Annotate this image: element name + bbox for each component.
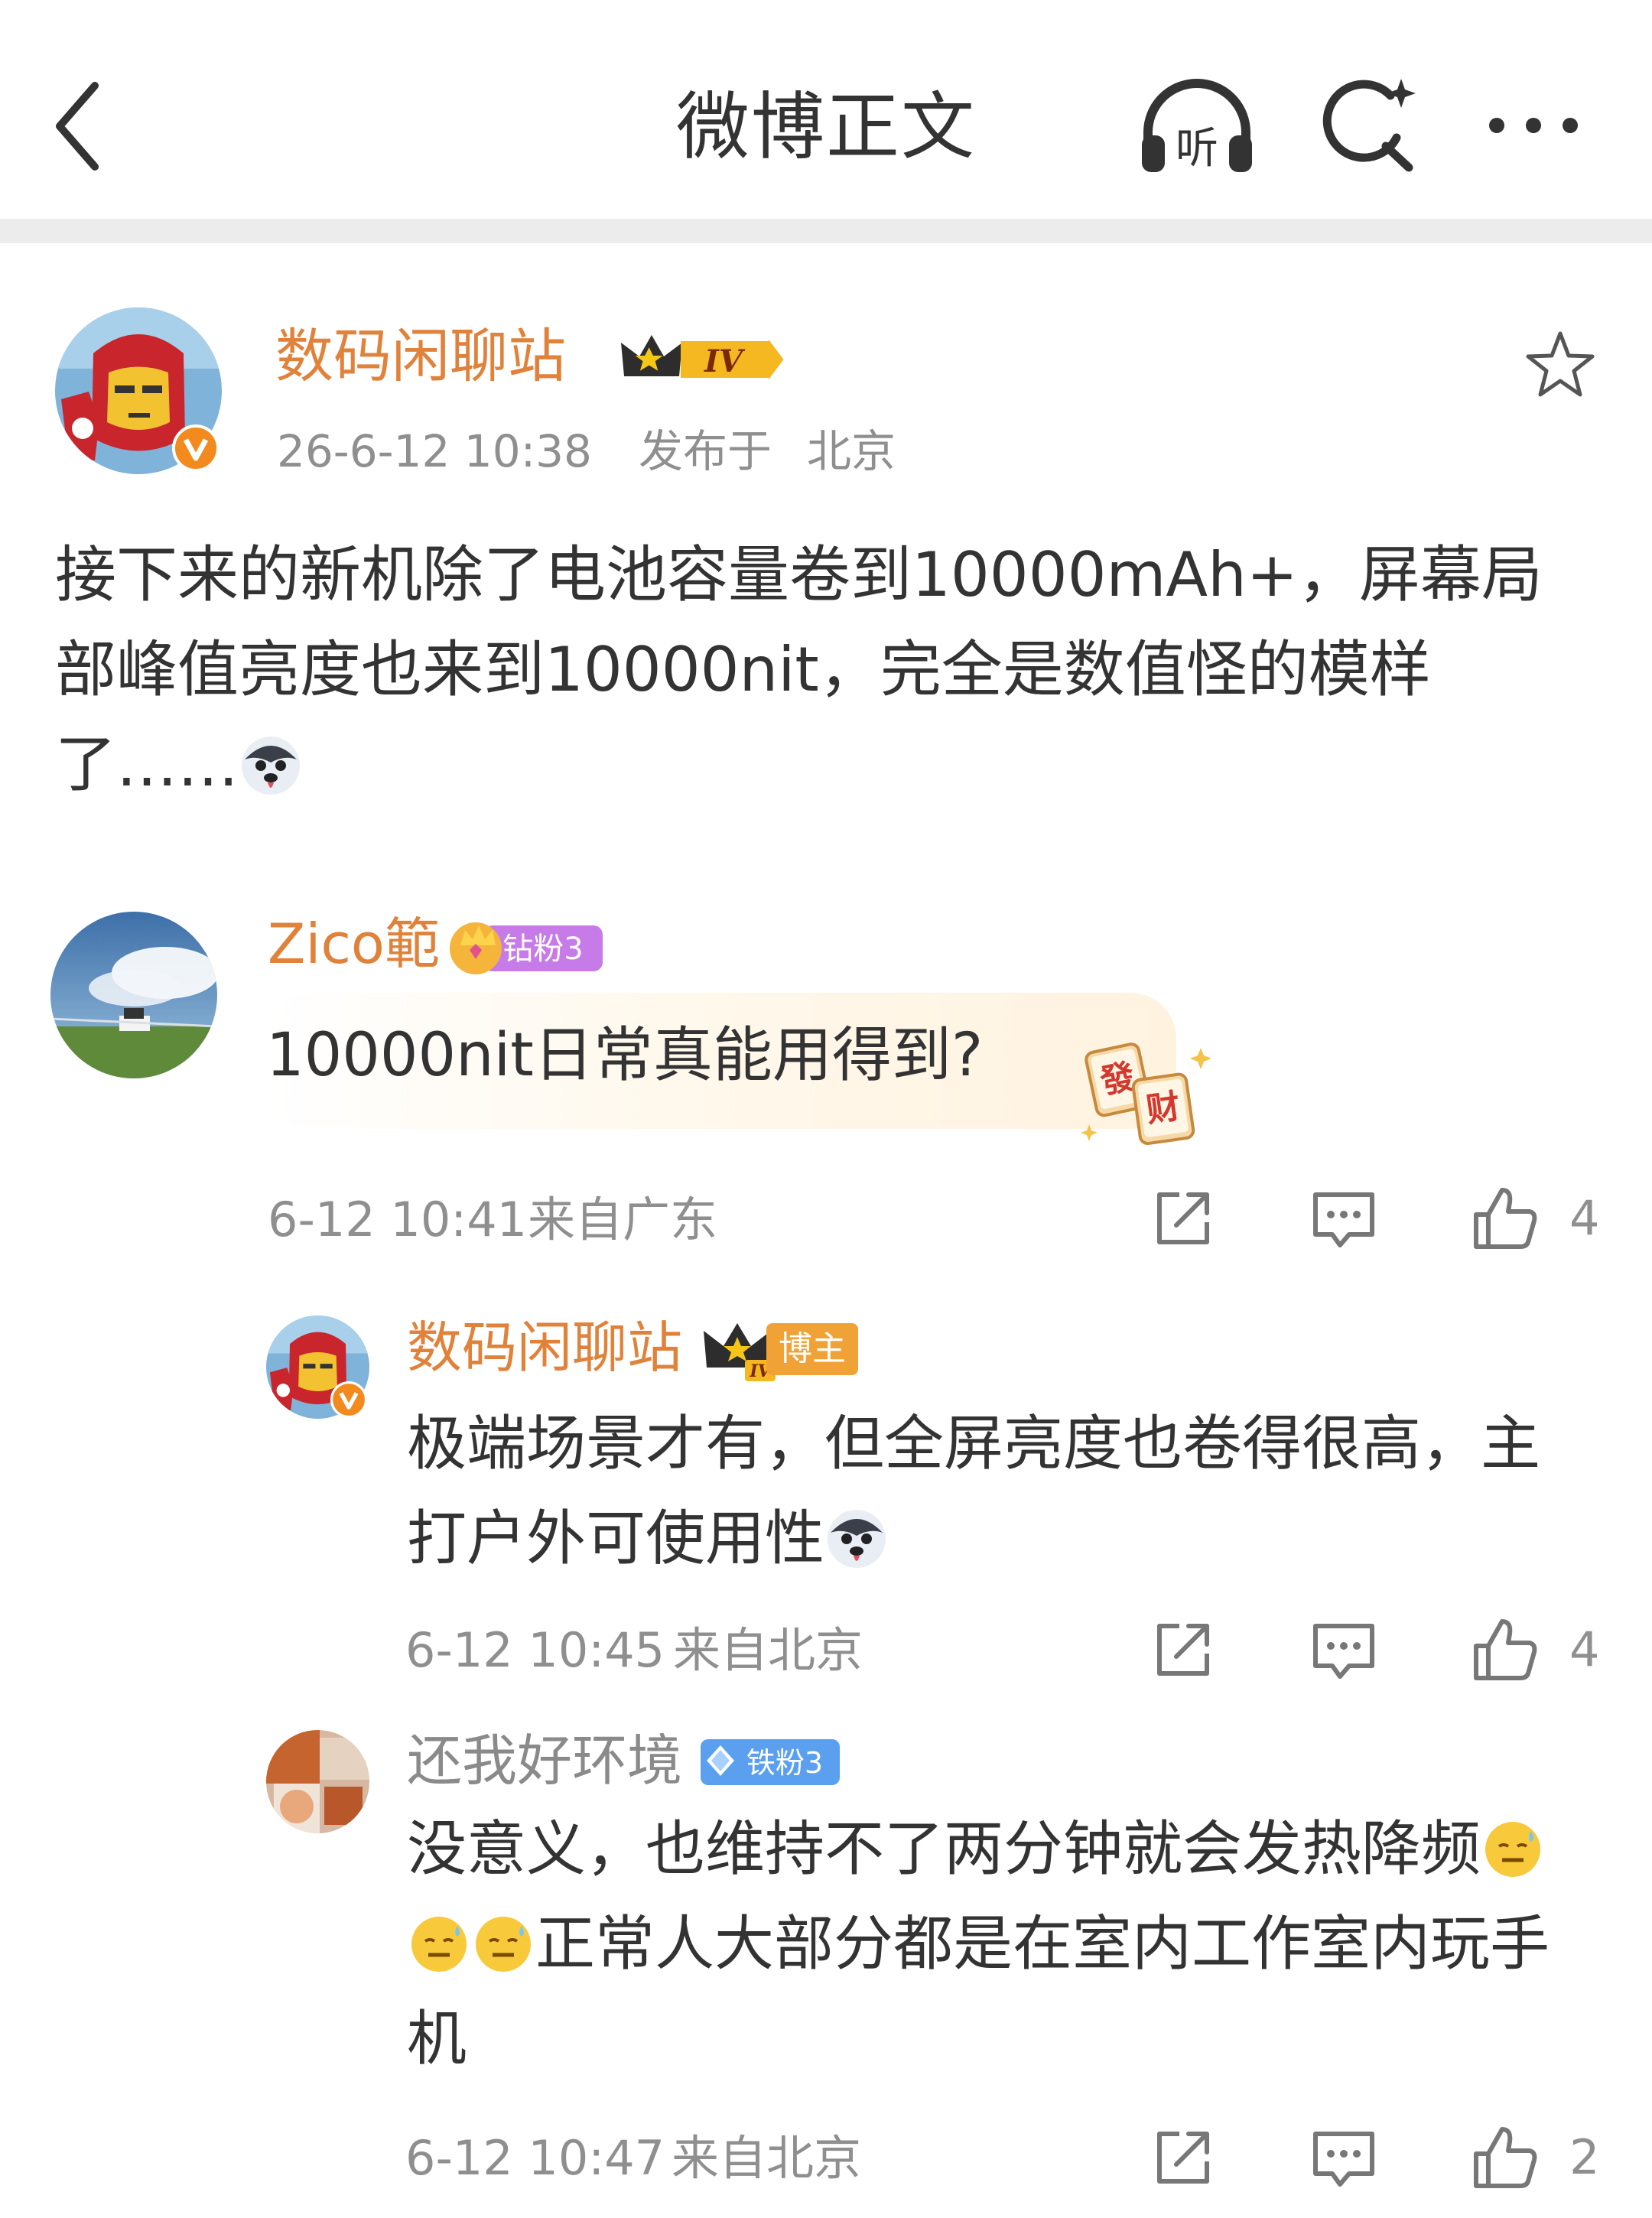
commenter-avatar[interactable] — [50, 912, 217, 1078]
reply-location: 来自北京 — [673, 1622, 863, 1678]
fan-badge-text: 钻粉3 — [502, 932, 583, 967]
reply-location: 来自北京 — [672, 2130, 862, 2186]
comment-time: 6-12 10:41 — [268, 1192, 528, 1247]
like-count: 2 — [1569, 2129, 1600, 2185]
section-divider — [0, 219, 1652, 243]
sweat-smile-emoji-icon — [407, 1907, 471, 1972]
favorite-button[interactable] — [1522, 327, 1598, 404]
mahjong-sticker: 發 财 — [1078, 1033, 1216, 1155]
reply-time: 6-12 10:47 — [405, 2130, 665, 2186]
comment-icon — [1313, 1192, 1374, 1247]
search-button[interactable] — [1315, 73, 1423, 176]
reply-text-part2: 正常人大部分都是在室内工作室内玩手机 — [407, 1910, 1550, 2073]
listen-button[interactable]: 听 — [1136, 73, 1258, 176]
reply-text: 极端场景才有，但全屏亮度也卷得很高，主打户外可使用性 — [407, 1410, 1541, 1573]
reply-button[interactable] — [1309, 2123, 1378, 2192]
post-author-name[interactable]: 数码闲聊站 — [275, 320, 566, 393]
reply-text-part1: 没意义，也维持不了两分钟就会发热降频 — [407, 1815, 1481, 1884]
blogger-tag: 博主 — [766, 1323, 858, 1375]
post-time: 26-6-12 10:38 — [277, 425, 592, 477]
reply-button[interactable] — [1309, 1615, 1378, 1684]
sweat-smile-emoji-icon — [471, 1907, 535, 1972]
chevron-left-icon — [56, 82, 99, 171]
page-title: 微博正文 — [676, 84, 976, 170]
sweat-smile-emoji-icon — [1481, 1813, 1545, 1877]
more-button[interactable] — [1480, 99, 1587, 153]
reply-button[interactable] — [1309, 1184, 1378, 1253]
verified-badge — [330, 1381, 367, 1418]
share-button[interactable] — [1149, 1615, 1218, 1684]
husky-emoji-icon — [239, 728, 303, 795]
vip-level-text: IV — [704, 343, 746, 379]
star-outline-icon — [1526, 331, 1595, 397]
post-location-prefix: 发布于 — [639, 425, 772, 477]
reply-time: 6-12 10:45 — [405, 1622, 665, 1678]
like-button[interactable] — [1470, 1184, 1539, 1253]
comment-icon — [1313, 1624, 1374, 1679]
share-button[interactable] — [1149, 2123, 1218, 2192]
thumbs-up-icon — [1474, 1619, 1537, 1680]
like-button[interactable] — [1470, 1615, 1539, 1684]
headphones-icon: 听 — [1142, 79, 1252, 174]
like-count: 4 — [1569, 1190, 1600, 1246]
thumbs-up-icon — [1474, 2127, 1537, 2188]
vip-crown-badge: IV — [701, 1317, 777, 1383]
vip-level-badge: IV — [618, 329, 786, 390]
comment-location: 来自广东 — [528, 1192, 718, 1247]
fan-badge-text: 铁粉3 — [746, 1746, 823, 1780]
thumbs-up-icon — [1474, 1188, 1537, 1249]
post-content: 接下来的新机除了电池容量卷到10000mAh+，屏幕局部峰值亮度也来到10000… — [55, 528, 1600, 812]
share-icon — [1157, 2132, 1209, 2184]
ellipsis-icon — [1489, 118, 1578, 133]
reply-content: 没意义，也维持不了两分钟就会发热降频正常人大部分都是在室内工作室内玩手机 — [407, 1802, 1585, 2086]
commenter-name[interactable]: Zico範 — [268, 909, 440, 979]
listen-label: 听 — [1176, 124, 1218, 174]
share-icon — [1157, 1624, 1209, 1676]
verified-badge — [172, 424, 220, 472]
ai-search-icon — [1322, 79, 1416, 172]
husky-emoji-icon — [824, 1502, 889, 1568]
like-count: 4 — [1569, 1621, 1600, 1677]
reply-author-avatar[interactable] — [266, 1730, 369, 1833]
reply-author-name[interactable]: 还我好环境 — [407, 1725, 682, 1796]
share-icon — [1157, 1192, 1209, 1244]
like-button[interactable] — [1470, 2123, 1539, 2192]
comment-text: 10000nit日常真能用得到? — [266, 1021, 984, 1090]
back-button[interactable] — [47, 76, 116, 176]
diamond-fan-badge: 钻粉3 — [445, 915, 606, 976]
reply-content: 极端场景才有，但全屏亮度也卷得很高，主打户外可使用性 — [407, 1397, 1569, 1586]
share-button[interactable] — [1149, 1184, 1218, 1253]
comment-icon — [1313, 2132, 1374, 2187]
sticker-char-2: 财 — [1144, 1087, 1183, 1130]
post-location: 北京 — [807, 425, 896, 477]
iron-fan-badge: 铁粉3 — [699, 1735, 841, 1788]
reply-author-name[interactable]: 数码闲聊站 — [407, 1312, 682, 1383]
